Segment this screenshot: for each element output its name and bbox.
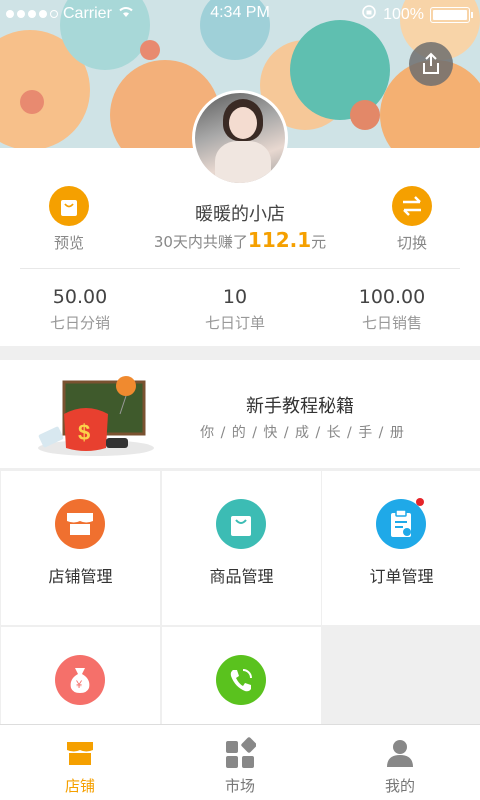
divider <box>20 268 460 269</box>
grid-item-shop-management[interactable]: 店铺管理 <box>1 471 160 625</box>
grid-item-label: 商品管理 <box>209 567 274 586</box>
earnings-summary: 30天内共赚了112.1元 <box>0 228 480 252</box>
earnings-amount: 112.1 <box>247 228 312 252</box>
tab-bar: 店铺 市场 我的 <box>0 724 480 800</box>
tutorial-illustration: $ <box>38 376 154 456</box>
tutorial-subtitle: 你 / 的 / 快 / 成 / 长 / 手 / 册 <box>200 425 405 441</box>
stat-item: 100.00 七日销售 <box>312 286 472 333</box>
status-bar: Carrier 4:34 PM 100% <box>0 0 480 28</box>
tab-shop[interactable]: 店铺 <box>0 725 160 800</box>
tab-label: 市场 <box>224 777 255 795</box>
market-icon <box>226 737 256 768</box>
share-icon <box>423 52 439 74</box>
earnings-prefix: 30天内共赚了 <box>153 233 248 251</box>
shop-icon <box>55 499 105 549</box>
user-icon <box>387 740 413 767</box>
tab-mine[interactable]: 我的 <box>320 725 480 800</box>
stat-item: 10 七日订单 <box>155 286 315 333</box>
share-button[interactable] <box>409 42 453 86</box>
rotation-lock-icon <box>361 4 377 25</box>
tab-market[interactable]: 市场 <box>160 725 320 800</box>
stat-label: 七日分销 <box>49 314 110 332</box>
grid-item-order-management[interactable]: 订单管理 <box>322 471 480 625</box>
tutorial-title: 新手教程秘籍 <box>246 396 354 417</box>
battery-percent: 100% <box>383 5 424 23</box>
stat-label: 七日订单 <box>204 314 265 332</box>
grid-item-product-management[interactable]: 商品管理 <box>162 471 321 625</box>
grid-item-label: 订单管理 <box>369 567 434 586</box>
clipboard-icon <box>376 499 426 549</box>
earnings-suffix: 元 <box>311 233 327 251</box>
stat-item: 50.00 七日分销 <box>0 286 160 333</box>
avatar[interactable] <box>192 90 288 186</box>
stat-label: 七日销售 <box>361 314 422 332</box>
stat-value: 50.00 <box>52 286 108 308</box>
grid-item-label: 店铺管理 <box>48 567 113 586</box>
svg-text:$: $ <box>78 420 90 445</box>
notification-badge <box>416 498 424 506</box>
store-icon <box>67 742 93 765</box>
money-bag-icon: ¥ <box>55 655 105 705</box>
tutorial-banner[interactable]: $ 新手教程秘籍 你 / 的 / 快 / 成 / 长 / 手 / 册 <box>0 360 480 468</box>
stat-value: 100.00 <box>358 286 426 308</box>
bag-icon <box>216 499 266 549</box>
stat-value: 10 <box>222 286 248 308</box>
shop-name: 暖暖的小店 <box>195 204 285 225</box>
tab-label: 店铺 <box>64 777 95 795</box>
tab-label: 我的 <box>384 777 415 795</box>
svg-text:¥: ¥ <box>75 679 83 691</box>
phone-icon <box>216 655 266 705</box>
battery-icon <box>430 6 473 23</box>
